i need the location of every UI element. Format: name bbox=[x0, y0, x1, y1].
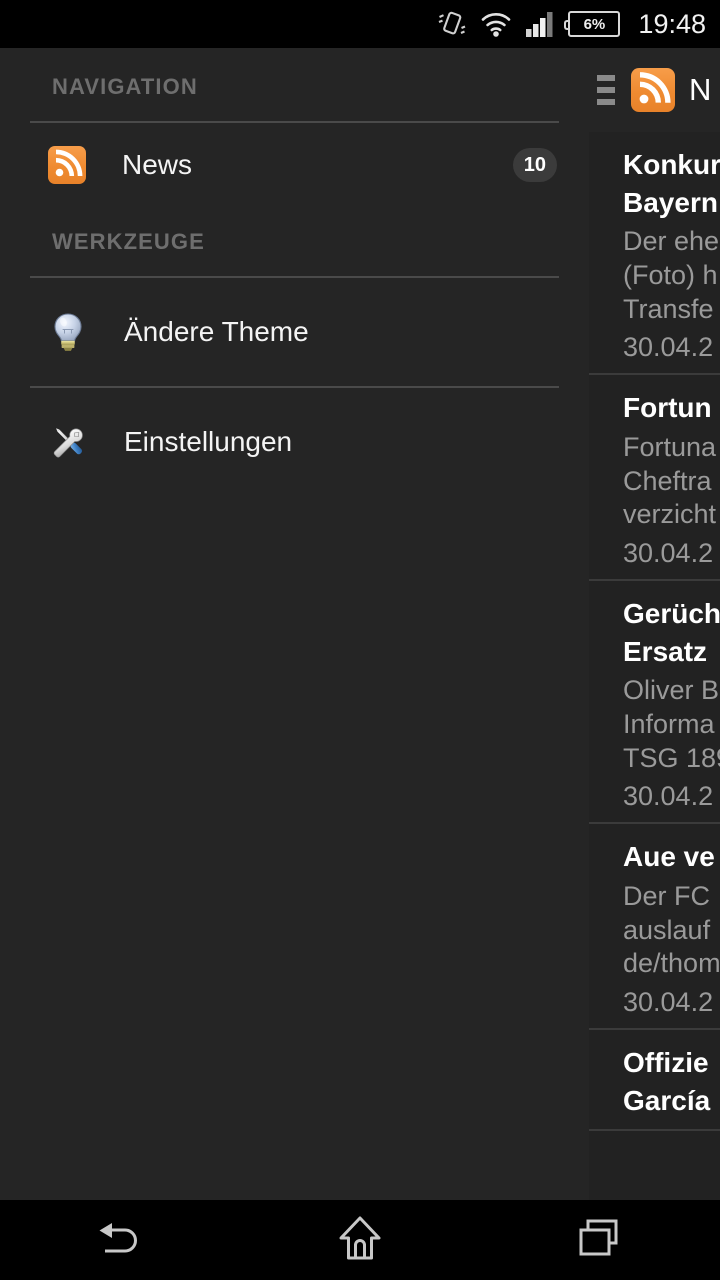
navigation-drawer: NAVIGATION News 10 WERKZEUGE Ändere Them… bbox=[0, 48, 589, 1200]
news-title: Offizie García bbox=[623, 1047, 711, 1116]
news-title: Fortun bbox=[623, 392, 712, 424]
list-item[interactable]: Aue ve Der FC auslauf de/thom 30.04.2 bbox=[589, 824, 720, 1031]
news-title: Aue ve bbox=[623, 841, 715, 873]
status-clock: 19:48 bbox=[638, 8, 706, 39]
tools-icon bbox=[48, 421, 88, 463]
home-icon bbox=[337, 1214, 383, 1267]
list-item[interactable]: Fortun Fortuna Cheftra verzicht 30.04.2 bbox=[589, 375, 720, 582]
back-arrow-icon bbox=[93, 1215, 147, 1266]
news-snippet: Der ehe (Foto) h Transfe bbox=[623, 226, 720, 324]
news-date: 30.04.2 bbox=[623, 332, 714, 363]
cellular-signal-icon bbox=[525, 10, 555, 38]
wifi-icon bbox=[480, 10, 512, 38]
section-header-werkzeuge: WERKZEUGE bbox=[52, 229, 205, 254]
drawer-section-werkzeuge: WERKZEUGE Ändere Theme Einstellungen bbox=[0, 207, 589, 496]
drawer-section-navigation: NAVIGATION News 10 bbox=[0, 48, 589, 207]
sidebar-item-change-theme[interactable]: Ändere Theme bbox=[0, 278, 589, 386]
news-list[interactable]: Konkur Bayern Der ehe (Foto) h Transfe 3… bbox=[589, 132, 720, 1200]
status-bar: 6% 19:48 bbox=[0, 0, 720, 48]
news-title: Konkur Bayern bbox=[623, 149, 720, 218]
list-item[interactable]: Konkur Bayern Der ehe (Foto) h Transfe 3… bbox=[589, 132, 720, 376]
battery-icon: 6% bbox=[564, 11, 621, 37]
drag-handle-icon[interactable] bbox=[597, 75, 619, 105]
content-action-bar: N bbox=[589, 48, 720, 132]
sidebar-item-label: News bbox=[122, 149, 193, 180]
news-date: 30.04.2 bbox=[623, 781, 714, 812]
status-badge: 10 bbox=[512, 148, 557, 182]
home-button[interactable] bbox=[240, 1200, 480, 1280]
news-snippet: Oliver B Informa TSG 189 bbox=[623, 675, 720, 773]
recents-button[interactable] bbox=[480, 1200, 720, 1280]
vibrate-off-icon bbox=[437, 9, 467, 39]
page-title: N bbox=[689, 72, 712, 107]
news-date: 30.04.2 bbox=[623, 987, 714, 1018]
sidebar-item-settings[interactable]: Einstellungen bbox=[0, 388, 589, 496]
lightbulb-icon bbox=[48, 311, 88, 353]
back-button[interactable] bbox=[0, 1200, 240, 1280]
list-item[interactable]: Offizie García bbox=[589, 1030, 720, 1132]
section-header-navigation: NAVIGATION bbox=[52, 74, 198, 99]
battery-percent-label: 6% bbox=[583, 15, 606, 33]
recent-apps-icon bbox=[576, 1216, 624, 1265]
list-item[interactable]: Gerüch Ersatz Oliver B Informa TSG 189 3… bbox=[589, 581, 720, 825]
news-date: 30.04.2 bbox=[623, 538, 714, 569]
news-snippet: Fortuna Cheftra verzicht bbox=[623, 431, 717, 530]
sidebar-item-label: Ändere Theme bbox=[124, 316, 309, 347]
android-screen: 6% 19:48 NAVIGATION News 10 WERKZEUGE Än… bbox=[0, 0, 720, 1280]
sidebar-item-label: Einstellungen bbox=[124, 426, 293, 457]
sidebar-item-news[interactable]: News 10 bbox=[0, 123, 589, 207]
rss-icon[interactable] bbox=[631, 68, 675, 112]
news-title: Gerüch Ersatz bbox=[623, 598, 720, 667]
rss-icon bbox=[48, 146, 86, 184]
news-snippet: Der FC auslauf de/thom bbox=[623, 880, 720, 979]
system-navigation-bar bbox=[0, 1200, 720, 1280]
news-content-panel: N Konkur Bayern Der ehe (Foto) h Transfe… bbox=[589, 48, 720, 1200]
